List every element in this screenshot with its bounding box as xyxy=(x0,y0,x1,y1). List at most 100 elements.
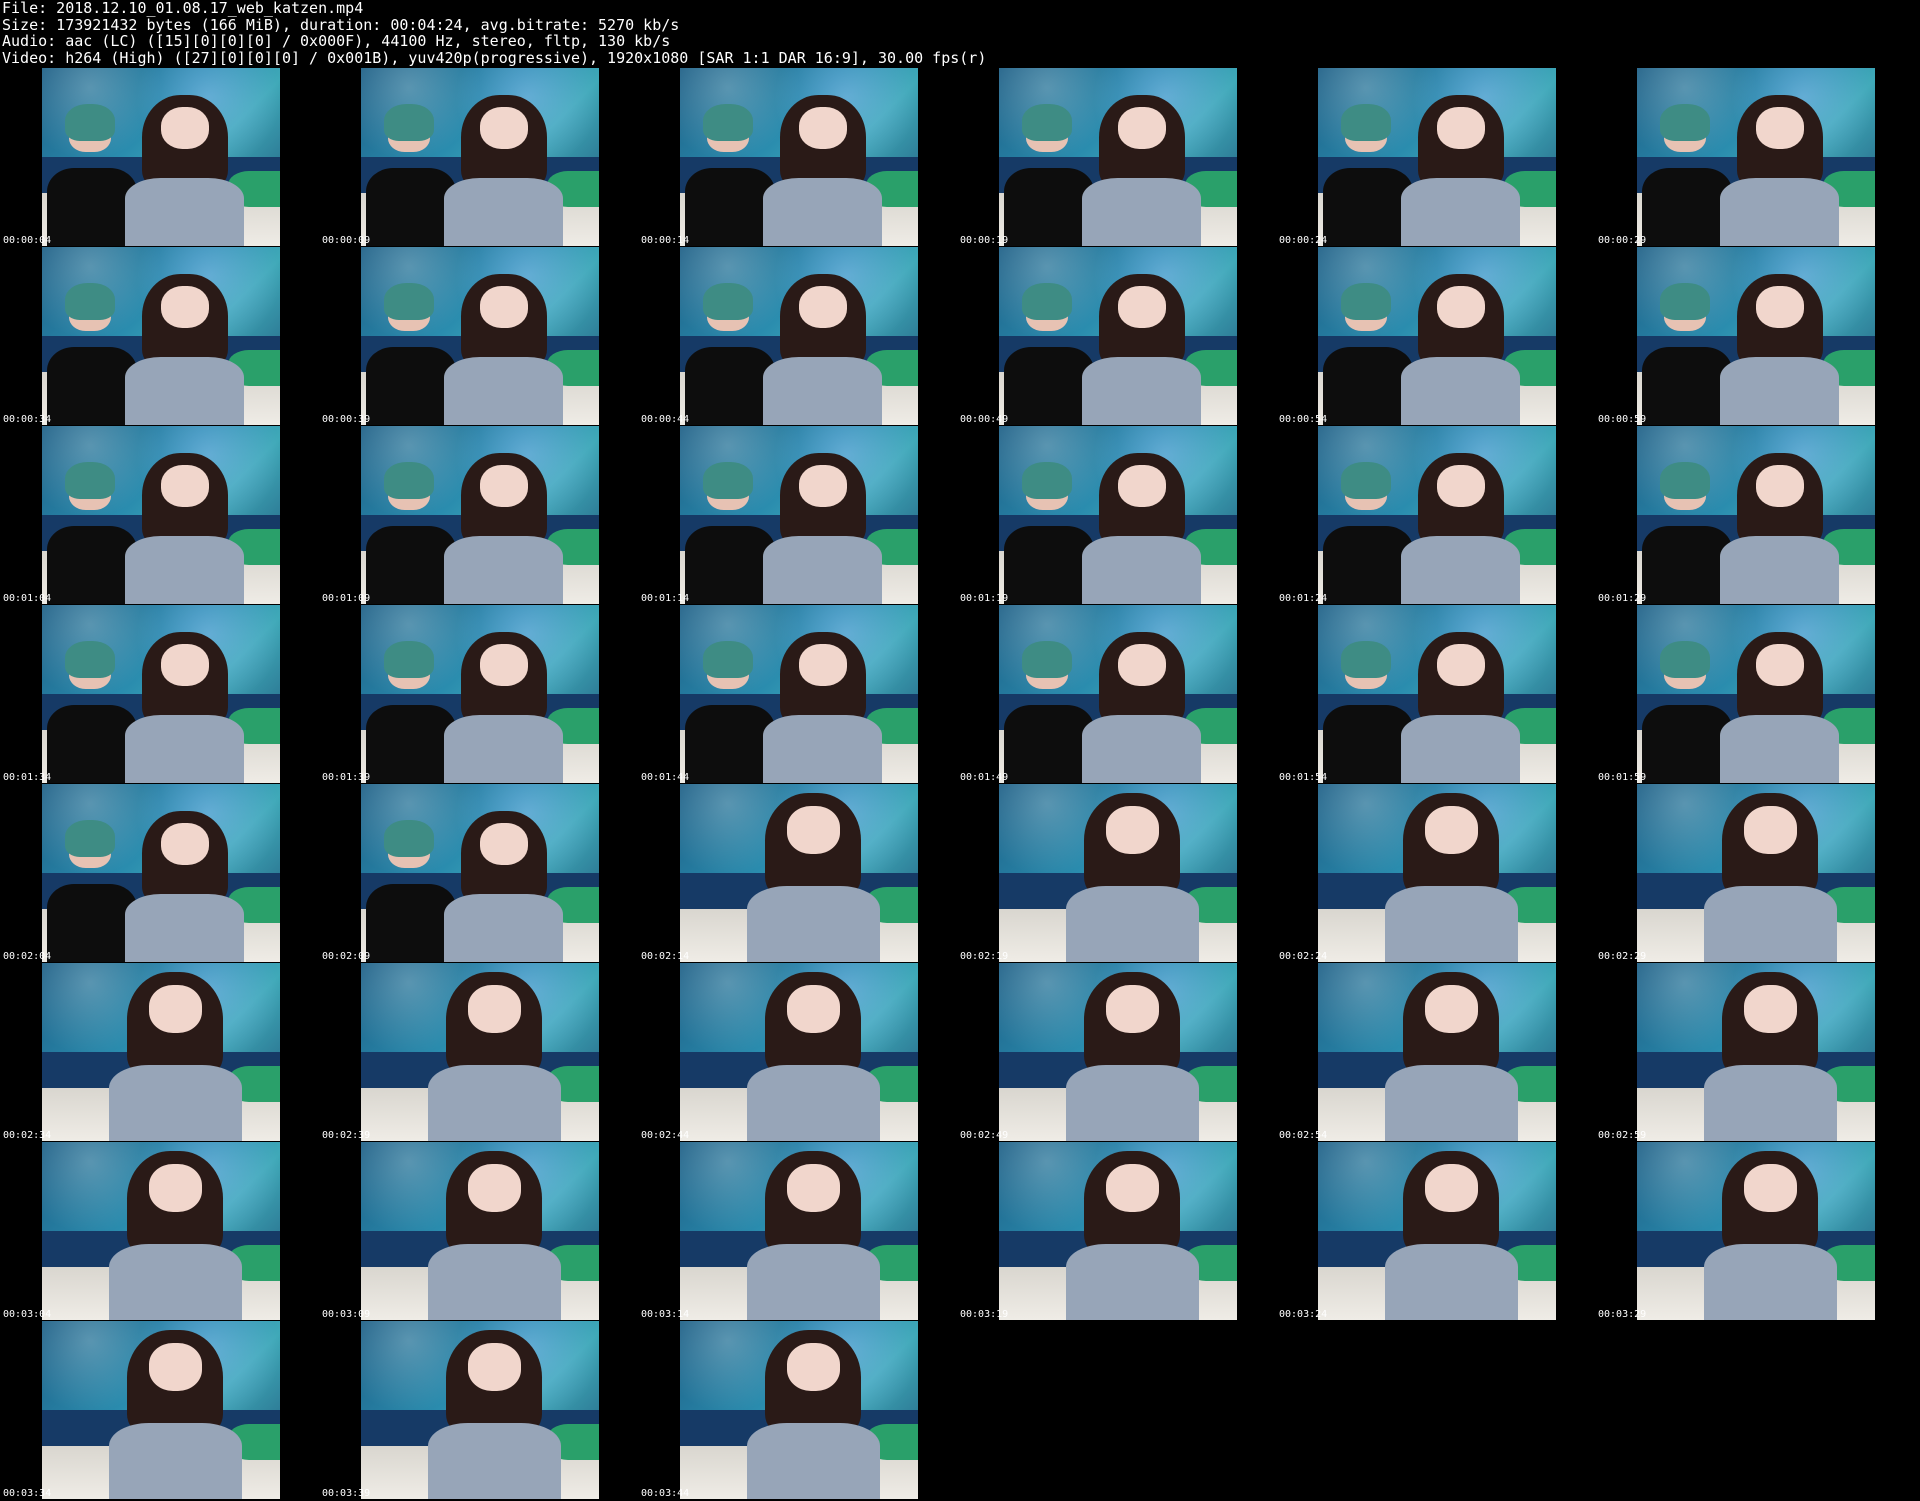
main-person xyxy=(1082,273,1202,425)
frame-timestamp: 00:01:54 xyxy=(1279,772,1328,783)
video-frame-thumbnail xyxy=(680,963,918,1141)
video-frame-thumbnail xyxy=(999,426,1237,604)
second-person xyxy=(365,282,457,425)
main-person xyxy=(427,1150,561,1320)
frame-timestamp: 00:00:14 xyxy=(641,235,690,246)
thumbnail-cell: 00:00:29 xyxy=(1595,68,1914,247)
main-person-face xyxy=(1436,464,1485,508)
second-person-hair xyxy=(1021,282,1072,320)
main-person-shirt xyxy=(1065,1243,1199,1320)
thumbnail-cell: 00:03:04 xyxy=(0,1142,319,1321)
thumbnail-cell: 00:02:04 xyxy=(0,784,319,963)
main-person-shirt xyxy=(1082,356,1202,425)
second-person-hair xyxy=(702,461,753,499)
second-person xyxy=(365,819,457,962)
main-person-shirt xyxy=(1065,885,1199,962)
second-person xyxy=(1003,103,1095,246)
thumbnail-cell: 00:03:14 xyxy=(638,1142,957,1321)
second-person-hair xyxy=(383,640,434,678)
video-frame-thumbnail xyxy=(42,605,280,783)
thumbnail-cell: 00:02:34 xyxy=(0,963,319,1142)
second-person-hair xyxy=(64,640,115,678)
video-frame-thumbnail xyxy=(999,247,1237,425)
video-frame-thumbnail xyxy=(999,605,1237,783)
frame-timestamp: 00:00:54 xyxy=(1279,414,1328,425)
second-person-shirt xyxy=(1322,346,1414,425)
video-frame-thumbnail xyxy=(1318,247,1556,425)
thumbnail-cell: 00:01:04 xyxy=(0,426,319,605)
second-person-shirt xyxy=(684,346,776,425)
main-person xyxy=(444,94,564,246)
second-person-shirt xyxy=(1641,346,1733,425)
second-person xyxy=(1003,461,1095,604)
main-person xyxy=(1401,452,1521,604)
main-person-shirt xyxy=(125,714,245,783)
thumbnail-cell: 00:00:24 xyxy=(1276,68,1595,247)
main-person-face xyxy=(1436,643,1485,687)
frame-timestamp: 00:03:19 xyxy=(960,1309,1009,1320)
main-person-shirt xyxy=(444,535,564,604)
video-frame-thumbnail xyxy=(42,963,280,1141)
second-person xyxy=(46,282,138,425)
video-frame-thumbnail xyxy=(1637,784,1875,962)
second-person-hair xyxy=(64,103,115,141)
second-person-shirt xyxy=(1322,525,1414,604)
thumbnail-cell: 00:01:14 xyxy=(638,426,957,605)
second-person xyxy=(1641,103,1733,246)
video-frame-thumbnail xyxy=(999,784,1237,962)
main-person-face xyxy=(160,106,209,150)
second-person-hair xyxy=(64,461,115,499)
thumbnail-cell: 00:02:54 xyxy=(1276,963,1595,1142)
main-person xyxy=(763,631,883,783)
main-person-face xyxy=(1436,106,1485,150)
video-frame-thumbnail xyxy=(361,1321,599,1499)
video-frame-thumbnail xyxy=(1318,963,1556,1141)
main-person xyxy=(108,1150,242,1320)
second-person-shirt xyxy=(1003,167,1095,246)
main-person-shirt xyxy=(108,1422,242,1499)
main-person xyxy=(1384,1150,1518,1320)
main-person xyxy=(746,792,880,962)
frame-timestamp: 00:00:09 xyxy=(322,235,371,246)
main-person-face xyxy=(1743,985,1797,1033)
second-person-hair xyxy=(64,282,115,320)
frame-timestamp: 00:03:04 xyxy=(3,1309,52,1320)
second-person xyxy=(1003,282,1095,425)
main-person-face xyxy=(1117,643,1166,687)
video-frame-thumbnail xyxy=(42,1142,280,1320)
main-person-shirt xyxy=(108,1243,242,1320)
second-person-hair xyxy=(1659,282,1710,320)
main-person xyxy=(125,810,245,962)
main-person-shirt xyxy=(1401,177,1521,246)
main-person xyxy=(763,273,883,425)
main-person xyxy=(1720,631,1840,783)
frame-timestamp: 00:03:34 xyxy=(3,1488,52,1499)
main-person xyxy=(1065,971,1199,1141)
main-person-shirt xyxy=(746,1064,880,1141)
video-frame-thumbnail xyxy=(680,784,918,962)
second-person xyxy=(46,819,138,962)
thumbnail-cell: 00:02:19 xyxy=(957,784,1276,963)
second-person-hair xyxy=(383,103,434,141)
thumbnail-cell: 00:03:09 xyxy=(319,1142,638,1321)
frame-timestamp: 00:01:29 xyxy=(1598,593,1647,604)
main-person-face xyxy=(786,1343,840,1391)
second-person xyxy=(1322,103,1414,246)
second-person-shirt xyxy=(46,167,138,246)
thumbnail-cell: 00:01:29 xyxy=(1595,426,1914,605)
main-person-shirt xyxy=(1703,1064,1837,1141)
main-person-face xyxy=(1755,643,1804,687)
main-person xyxy=(444,631,564,783)
video-frame-thumbnail xyxy=(680,1321,918,1499)
main-person-shirt xyxy=(444,177,564,246)
thumbnail-cell: 00:02:44 xyxy=(638,963,957,1142)
main-person-shirt xyxy=(1401,714,1521,783)
frame-timestamp: 00:01:19 xyxy=(960,593,1009,604)
main-person xyxy=(1401,94,1521,246)
main-person-face xyxy=(479,464,528,508)
second-person-shirt xyxy=(1641,525,1733,604)
video-frame-thumbnail xyxy=(42,426,280,604)
frame-timestamp: 00:01:34 xyxy=(3,772,52,783)
main-person-face xyxy=(798,285,847,329)
second-person-hair xyxy=(1659,640,1710,678)
